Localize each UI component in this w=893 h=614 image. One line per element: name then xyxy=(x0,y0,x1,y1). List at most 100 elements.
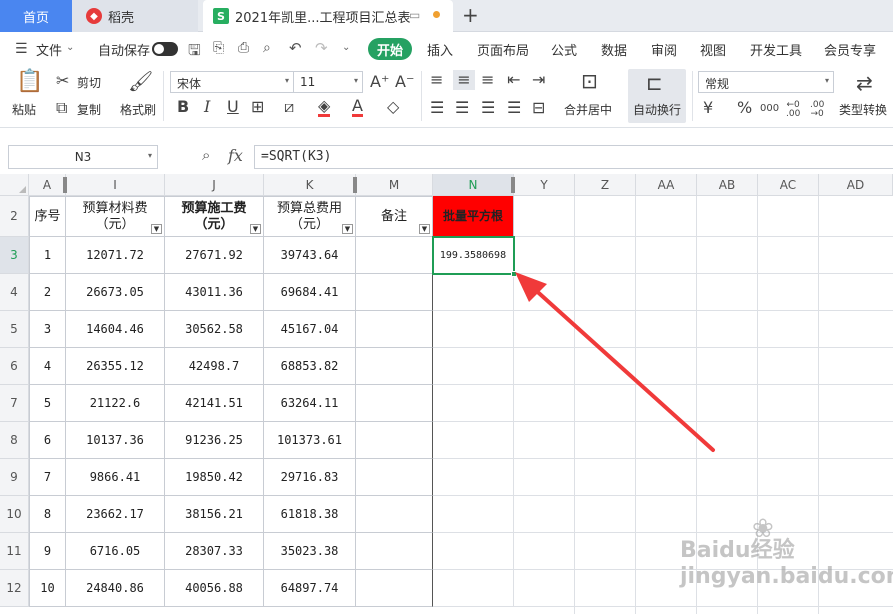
tab-home[interactable]: 首页 xyxy=(0,0,72,32)
cut-button[interactable]: 剪切 xyxy=(77,74,101,91)
tab-formulas[interactable]: 公式 xyxy=(551,40,577,59)
remark-cell[interactable] xyxy=(356,385,433,422)
tab-file[interactable]: S 2021年凯里...工程项目汇总表 ▭ xyxy=(203,0,453,32)
total-cost-cell[interactable]: 29716.83 xyxy=(264,459,356,496)
remark-cell[interactable] xyxy=(356,533,433,570)
align-right-icon[interactable]: ☰ xyxy=(481,100,495,116)
material-cost-cell[interactable]: 24840.86 xyxy=(66,570,165,607)
construction-cost-cell[interactable]: 19850.42 xyxy=(165,459,264,496)
material-cost-cell[interactable]: 9866.41 xyxy=(66,459,165,496)
column-header-aa[interactable]: AA xyxy=(636,174,697,196)
paste-icon[interactable]: 📋 xyxy=(16,71,43,93)
row-header-5[interactable]: 5 xyxy=(0,311,29,348)
print-icon[interactable]: ⎙ xyxy=(238,40,249,56)
tab-start[interactable]: 开始 xyxy=(368,38,412,60)
undo-icon[interactable]: ↶ xyxy=(289,39,302,57)
total-cost-cell[interactable]: 68853.82 xyxy=(264,348,356,385)
seq-cell[interactable]: 9 xyxy=(29,533,66,570)
hidden-columns-marker[interactable] xyxy=(63,177,67,193)
export-icon[interactable]: ⎘ xyxy=(213,40,224,56)
row-header-2[interactable]: 2 xyxy=(0,196,29,237)
remark-cell[interactable] xyxy=(356,274,433,311)
column-header-j[interactable]: J xyxy=(165,174,264,196)
remark-cell[interactable] xyxy=(356,422,433,459)
header-cell-seq[interactable]: 序号 xyxy=(29,196,66,237)
spreadsheet-grid[interactable]: A I J K M N Y Z AA AB AC AD 2 3 4 5 6 7 … xyxy=(0,174,893,614)
batch-sqrt-cell[interactable] xyxy=(433,385,514,422)
construction-cost-cell[interactable]: 40056.88 xyxy=(165,570,264,607)
align-center-icon[interactable]: ☰ xyxy=(455,100,469,116)
row-header-11[interactable]: 11 xyxy=(0,533,29,570)
construction-cost-cell[interactable]: 91236.25 xyxy=(165,422,264,459)
column-header-a[interactable]: A xyxy=(29,174,66,196)
name-box[interactable]: N3 ▾ xyxy=(8,145,158,169)
total-cost-cell[interactable]: 61818.38 xyxy=(264,496,356,533)
monitor-icon[interactable]: ▭ xyxy=(409,8,420,22)
remark-cell[interactable] xyxy=(356,459,433,496)
increase-font-icon[interactable]: A⁺ xyxy=(370,74,389,90)
batch-sqrt-cell[interactable] xyxy=(433,496,514,533)
remark-cell[interactable] xyxy=(356,496,433,533)
filter-dropdown-icon[interactable]: ▼ xyxy=(151,224,162,234)
column-header-z[interactable]: Z xyxy=(575,174,636,196)
construction-cost-cell[interactable]: 38156.21 xyxy=(165,496,264,533)
remark-cell[interactable] xyxy=(356,348,433,385)
filter-dropdown-icon[interactable]: ▼ xyxy=(342,224,353,234)
batch-sqrt-cell[interactable] xyxy=(433,274,514,311)
batch-sqrt-cell[interactable] xyxy=(433,459,514,496)
row-header-12[interactable]: 12 xyxy=(0,570,29,607)
total-cost-cell[interactable]: 69684.41 xyxy=(264,274,356,311)
fx-icon[interactable]: fx xyxy=(228,146,243,165)
construction-cost-cell[interactable]: 42141.51 xyxy=(165,385,264,422)
construction-cost-cell[interactable]: 30562.58 xyxy=(165,311,264,348)
border-icon[interactable]: ⊞ xyxy=(251,99,264,115)
autosave-toggle[interactable] xyxy=(152,42,178,56)
distribute-icon[interactable]: ⊟ xyxy=(532,100,545,116)
column-header-n[interactable]: N xyxy=(433,174,514,196)
header-cell-material[interactable]: 预算材料费 （元） ▼ xyxy=(66,196,165,237)
material-cost-cell[interactable]: 21122.6 xyxy=(66,385,165,422)
construction-cost-cell[interactable]: 27671.92 xyxy=(165,237,264,274)
copy-button[interactable]: 复制 xyxy=(77,101,101,118)
construction-cost-cell[interactable]: 28307.33 xyxy=(165,533,264,570)
justify-icon[interactable]: ☰ xyxy=(507,100,521,116)
font-color-icon[interactable]: A xyxy=(352,98,363,117)
total-cost-cell[interactable]: 45167.04 xyxy=(264,311,356,348)
total-cost-cell[interactable]: 101373.61 xyxy=(264,422,356,459)
number-format-select[interactable]: 常规 ▾ xyxy=(698,71,834,93)
font-name-select[interactable]: 宋体 ▾ xyxy=(170,71,294,93)
tab-docer[interactable]: ◆ 稻壳 xyxy=(72,0,198,32)
seq-cell[interactable]: 4 xyxy=(29,348,66,385)
tab-member[interactable]: 会员专享 xyxy=(824,40,876,59)
align-bottom-icon[interactable]: ≡ xyxy=(481,72,494,88)
row-header-7[interactable]: 7 xyxy=(0,385,29,422)
total-cost-cell[interactable]: 35023.38 xyxy=(264,533,356,570)
hidden-columns-marker[interactable] xyxy=(353,177,357,193)
hidden-columns-marker[interactable] xyxy=(511,177,515,193)
thousands-icon[interactable]: 000 xyxy=(760,101,779,117)
material-cost-cell[interactable]: 26673.05 xyxy=(66,274,165,311)
tab-review[interactable]: 审阅 xyxy=(651,40,677,59)
menu-file[interactable]: 文件 xyxy=(36,40,62,59)
remark-cell[interactable] xyxy=(356,311,433,348)
material-cost-cell[interactable]: 23662.17 xyxy=(66,496,165,533)
batch-sqrt-cell[interactable] xyxy=(433,311,514,348)
batch-sqrt-cell[interactable] xyxy=(433,348,514,385)
save-icon[interactable]: 🖫 xyxy=(188,40,201,65)
seq-cell[interactable]: 5 xyxy=(29,385,66,422)
align-top-icon[interactable]: ≡ xyxy=(430,72,443,88)
column-header-m[interactable]: M xyxy=(356,174,433,196)
underline-icon[interactable]: U xyxy=(227,99,239,115)
material-cost-cell[interactable]: 26355.12 xyxy=(66,348,165,385)
seq-cell[interactable]: 2 xyxy=(29,274,66,311)
row-header-3[interactable]: 3 xyxy=(0,237,29,274)
remark-cell[interactable] xyxy=(356,237,433,274)
type-convert-icon[interactable]: ⇄ xyxy=(856,73,873,93)
align-middle-icon[interactable]: ≡ xyxy=(453,70,475,90)
material-cost-cell[interactable]: 12071.72 xyxy=(66,237,165,274)
tab-view[interactable]: 视图 xyxy=(700,40,726,59)
row-header-9[interactable]: 9 xyxy=(0,459,29,496)
row-header-4[interactable]: 4 xyxy=(0,274,29,311)
construction-cost-cell[interactable]: 42498.7 xyxy=(165,348,264,385)
header-cell-total[interactable]: 预算总费用 （元） ▼ xyxy=(264,196,356,237)
